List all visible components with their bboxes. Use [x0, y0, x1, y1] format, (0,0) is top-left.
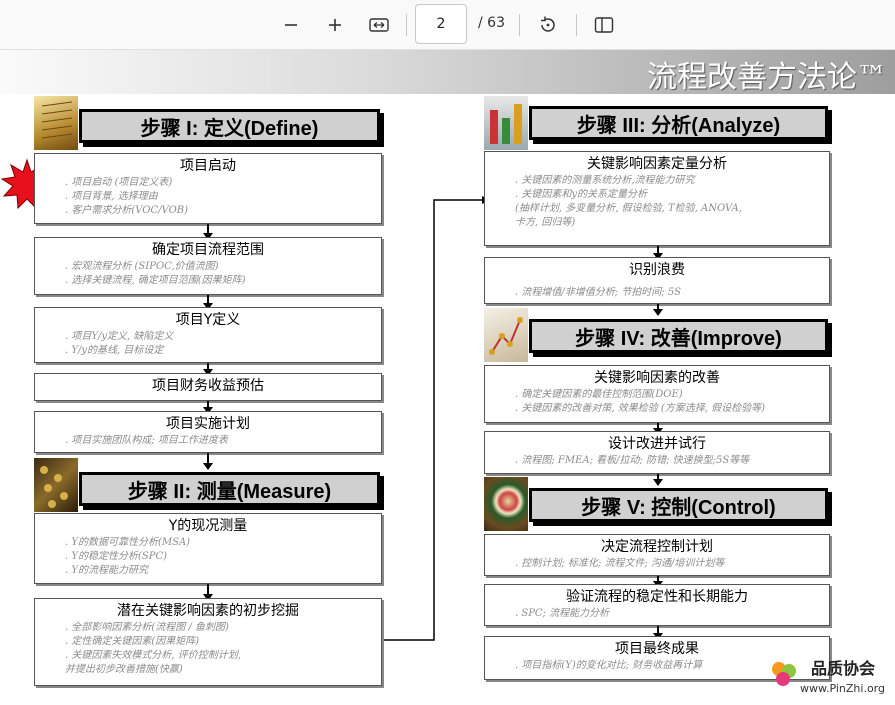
box-line: . 选择关键流程, 确定项目范围(因果矩阵)	[65, 275, 246, 286]
box-line: . Y/y的基线, 目标设定	[65, 345, 164, 356]
box-line: (抽样计划, 多变量分析, 假设检验, T检验, ANOVA,	[515, 203, 742, 214]
box-line: . 项目实施团队构成; 项目工作进度表	[65, 435, 228, 446]
box-quantitative-analysis: 关键影响因素定量分析 . 关键因素的测量系统分析,流程能力研究 . 关键因素和y…	[484, 151, 830, 246]
box-y-measurement: Y的现况测量 . Y的数据可靠性分析(MSA) . Y的稳定性分析(SPC) .…	[34, 513, 382, 584]
box-title: 潜在关键影响因素的初步挖掘	[117, 603, 299, 619]
box-project-y: 项目Y定义 . 项目Y/y定义, 缺陷定义 . Y/y的基线, 目标设定	[34, 307, 382, 363]
box-line: . Y的稳定性分析(SPC)	[65, 551, 167, 562]
box-line: . Y的数据可靠性分析(MSA)	[65, 537, 191, 548]
flow-arrow	[203, 401, 213, 414]
box-title: 项目启动	[180, 158, 236, 174]
box-title: 确定项目流程范围	[152, 242, 264, 258]
flow-arrow	[653, 246, 663, 260]
page-view-icon[interactable]	[589, 10, 619, 40]
box-line: . 关键因素的改善对策, 效果检验 (方案选择, 假设检验等)	[515, 403, 766, 414]
box-line: . SPC; 流程能力分析	[515, 608, 610, 619]
step-improve-header: 步骤 IV: 改善(Improve)	[529, 319, 828, 353]
flow-arrow	[203, 224, 213, 240]
watermark-text: 品质协会	[810, 659, 875, 678]
fit-width-icon[interactable]	[364, 10, 394, 40]
define-image	[34, 96, 78, 150]
box-line: . 流程图; FMEA; 看板/拉动; 防错; 快速换型;5S等等	[515, 455, 750, 466]
flow-arrow	[653, 474, 663, 486]
flow-arrow	[203, 363, 213, 376]
box-title: 验证流程的稳定性和长期能力	[566, 589, 748, 605]
box-design-pilot: 设计改进并试行 . 流程图; FMEA; 看板/拉动; 防错; 快速换型;5S等…	[484, 431, 830, 474]
box-process-scope: 确定项目流程范围 . 宏观流程分析 (SIPOC,价值流图) . 选择关键流程,…	[34, 237, 382, 295]
box-line: . 宏观流程分析 (SIPOC,价值流图)	[65, 261, 219, 272]
toolbar-separator	[576, 14, 577, 36]
box-title: 项目实施计划	[166, 416, 250, 432]
watermark-url: www.PinZhi.org	[800, 682, 885, 695]
page-number-input[interactable]: 2	[415, 4, 467, 44]
box-title: 识别浪费	[629, 262, 685, 278]
step-measure-header: 步骤 II: 测量(Measure)	[79, 472, 380, 506]
box-identify-waste: 识别浪费 . 流程增值/非增值分析; 节拍时间; 5S	[484, 257, 830, 304]
plus-icon[interactable]	[320, 10, 350, 40]
slide-page: 流程改善方法论™ 步骤 I: 定义(Define) 项目启动 . 项目启动 (项…	[0, 50, 895, 705]
box-line: . 全部影响因素分析(流程图 / 鱼刺图)	[65, 622, 229, 633]
box-title: 决定流程控制计划	[601, 539, 713, 555]
box-title: Y的现况测量	[168, 518, 248, 534]
box-verify-stability: 验证流程的稳定性和长期能力 . SPC; 流程能力分析	[484, 584, 830, 626]
improve-image	[484, 308, 528, 362]
box-title: 关键影响因素的改善	[594, 370, 720, 386]
cross-column-connector	[382, 199, 482, 641]
control-image	[484, 477, 528, 531]
analyze-image	[484, 96, 528, 150]
box-line: . 关键因素失效模式分析, 评价控制计划,	[65, 650, 241, 661]
flow-arrow	[203, 453, 213, 470]
flow-arrow	[203, 295, 213, 310]
box-control-plan: 决定流程控制计划 . 控制计划; 标准化; 流程文件; 沟通/培训计划等	[484, 534, 830, 576]
box-financial-estimate: 项目财务收益预估	[34, 373, 382, 401]
flow-arrow	[653, 626, 663, 640]
step-define-header: 步骤 I: 定义(Define)	[79, 109, 380, 143]
box-line: . 确定关键因素的最佳控制范围(DOE)	[515, 389, 683, 400]
toolbar-separator	[406, 14, 407, 36]
box-line: 卡方, 回归等)	[515, 217, 576, 228]
flow-arrow	[653, 304, 663, 316]
box-title: 项目Y定义	[175, 312, 241, 328]
box-project-start: 项目启动 . 项目启动 (项目定义表) . 项目背景, 选择理由 . 客户需求分…	[34, 153, 382, 224]
box-line: . 项目Y/y定义, 缺陷定义	[65, 331, 174, 342]
box-line: . 项目背景, 选择理由	[65, 191, 158, 202]
box-line: . 关键因素的测量系统分析,流程能力研究	[515, 175, 695, 186]
step-control-header: 步骤 V: 控制(Control)	[529, 488, 828, 522]
box-line: . 关键因素和y的关系定量分析	[515, 189, 648, 200]
minus-icon[interactable]	[276, 10, 306, 40]
step-analyze-header: 步骤 III: 分析(Analyze)	[529, 106, 828, 140]
box-line: . 项目启动 (项目定义表)	[65, 177, 173, 188]
box-line: 并提出初步改善措施(快赢)	[65, 664, 183, 675]
flow-arrow	[203, 584, 213, 601]
flow-arrow	[653, 423, 663, 435]
box-title: 项目财务收益预估	[152, 378, 264, 394]
box-potential-factors: 潜在关键影响因素的初步挖掘 . 全部影响因素分析(流程图 / 鱼刺图) . 定性…	[34, 598, 382, 686]
box-line: . Y的流程能力研究	[65, 565, 148, 576]
page-total: / 63	[478, 15, 505, 31]
measure-image	[34, 458, 78, 512]
box-title: 关键影响因素定量分析	[587, 156, 727, 172]
box-implementation-plan: 项目实施计划 . 项目实施团队构成; 项目工作进度表	[34, 411, 382, 453]
box-line: . 控制计划; 标准化; 流程文件; 沟通/培训计划等	[515, 558, 725, 569]
box-line: . 定性确定关键因素(因果矩阵)	[65, 636, 200, 647]
box-line: . 流程增值/非增值分析; 节拍时间; 5S	[515, 287, 682, 298]
watermark-logo-icon	[772, 662, 796, 686]
watermark: 品质协会 www.PinZhi.org	[769, 655, 889, 699]
box-title: 设计改进并试行	[608, 436, 706, 452]
flow-arrow	[653, 576, 663, 588]
box-factor-improvement: 关键影响因素的改善 . 确定关键因素的最佳控制范围(DOE) . 关键因素的改善…	[484, 365, 830, 423]
toolbar-separator	[519, 14, 520, 36]
rotate-icon[interactable]	[533, 10, 563, 40]
pdf-toolbar: 2 / 63	[0, 0, 895, 50]
box-line: . 客户需求分析(VOC/VOB)	[65, 205, 189, 216]
